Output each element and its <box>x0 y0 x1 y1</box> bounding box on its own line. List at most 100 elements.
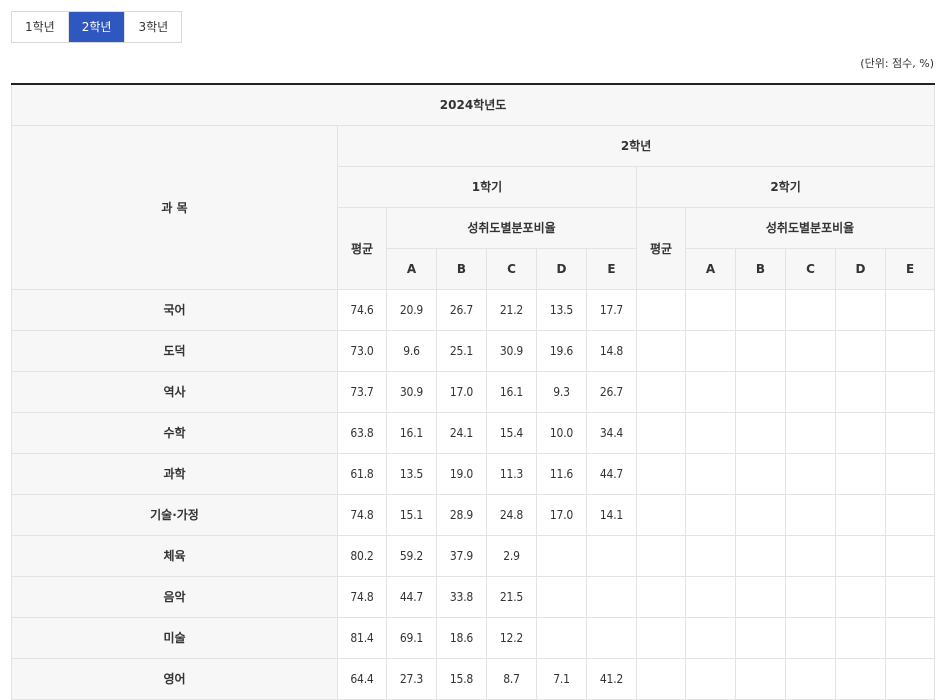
s1-average-cell: 73.0 <box>337 329 387 372</box>
s1-grade-a-header: A <box>386 247 437 290</box>
s1-grade-e-cell <box>586 575 637 618</box>
s1-grade-d-cell: 17.0 <box>536 493 587 536</box>
s1-grade-c-cell: 11.3 <box>486 452 537 495</box>
s2-grade-c-cell <box>785 411 836 454</box>
s2-grade-a-cell <box>685 575 736 618</box>
s2-grade-b-cell <box>735 288 786 331</box>
s1-grade-c-cell: 24.8 <box>486 493 537 536</box>
subject-cell: 도덕 <box>11 329 338 372</box>
subject-cell: 미술 <box>11 616 338 659</box>
subject-cell: 수학 <box>11 411 338 454</box>
s2-grade-c-cell <box>785 657 836 700</box>
s2-grade-c-cell <box>785 616 836 659</box>
s2-average-cell <box>636 370 686 413</box>
s2-grade-a-cell <box>685 657 736 700</box>
s1-grade-b-cell: 24.1 <box>436 411 487 454</box>
s2-grade-a-cell <box>685 616 736 659</box>
s2-grade-b-cell <box>735 329 786 372</box>
s2-grade-e-cell <box>884 288 936 331</box>
s1-average-cell: 74.8 <box>337 493 387 536</box>
s2-grade-e-cell <box>884 411 936 454</box>
s1-grade-d-cell: 19.6 <box>536 329 587 372</box>
s1-grade-a-cell: 13.5 <box>386 452 437 495</box>
s1-average-cell: 74.8 <box>337 575 387 618</box>
s2-grade-b-cell <box>735 411 786 454</box>
s2-grade-c-cell <box>785 329 836 372</box>
s1-average-cell: 61.8 <box>337 452 387 495</box>
s1-average-header: 평균 <box>337 206 387 290</box>
s1-grade-d-cell: 11.6 <box>536 452 587 495</box>
s2-grade-a-cell <box>685 534 736 577</box>
s2-grade-e-header: E <box>884 247 936 290</box>
table-row: 국어 74.6 20.9 26.7 21.2 13.5 17.7 <box>11 288 936 331</box>
s1-average-cell: 63.8 <box>337 411 387 454</box>
subject-cell: 음악 <box>11 575 338 618</box>
s2-grade-a-cell <box>685 411 736 454</box>
s2-grade-e-cell <box>884 370 936 413</box>
s1-grade-b-cell: 15.8 <box>436 657 487 700</box>
s2-grade-e-cell <box>884 493 936 536</box>
s1-average-cell: 80.2 <box>337 534 387 577</box>
s1-grade-c-cell: 21.5 <box>486 575 537 618</box>
s1-grade-a-cell: 9.6 <box>386 329 437 372</box>
s2-grade-a-header: A <box>685 247 736 290</box>
s1-grade-c-cell: 8.7 <box>486 657 537 700</box>
s1-grade-e-cell <box>586 616 637 659</box>
s1-grade-a-cell: 44.7 <box>386 575 437 618</box>
s1-grade-b-header: B <box>436 247 487 290</box>
s1-grade-b-cell: 28.9 <box>436 493 487 536</box>
table-body: 국어 74.6 20.9 26.7 21.2 13.5 17.7 도덕 73.0 9.6 25.1 3… <box>11 288 936 700</box>
s1-grade-b-cell: 18.6 <box>436 616 487 659</box>
s1-grade-e-cell: 14.8 <box>586 329 637 372</box>
s1-grade-a-cell: 16.1 <box>386 411 437 454</box>
s2-grade-e-cell <box>884 534 936 577</box>
s2-average-header: 평균 <box>636 206 686 290</box>
s2-grade-a-cell <box>685 288 736 331</box>
s2-grade-c-cell <box>785 575 836 618</box>
s1-grade-d-cell: 10.0 <box>536 411 587 454</box>
grade-header: 2학년 <box>336 124 936 167</box>
s2-grade-d-cell <box>835 452 886 495</box>
s1-grade-d-cell: 7.1 <box>536 657 587 700</box>
s2-grade-e-cell <box>884 329 936 372</box>
s2-grade-d-cell <box>835 288 886 331</box>
s2-average-cell <box>636 411 686 454</box>
s2-grade-d-cell <box>835 493 886 536</box>
s2-average-cell <box>636 616 686 659</box>
table-row: 기술·가정 74.8 15.1 28.9 24.8 17.0 14.1 <box>11 493 936 536</box>
s1-grade-c-cell: 2.9 <box>486 534 537 577</box>
tab-grade-2[interactable]: 2학년 <box>68 12 126 42</box>
subject-cell: 기술·가정 <box>11 493 338 536</box>
s1-grade-e-cell: 17.7 <box>586 288 637 331</box>
s2-average-cell <box>636 329 686 372</box>
s2-grade-e-cell <box>884 657 936 700</box>
s1-grade-b-cell: 17.0 <box>436 370 487 413</box>
s2-grade-b-cell <box>735 616 786 659</box>
s2-grade-e-cell <box>884 616 936 659</box>
s1-grade-e-cell <box>586 534 637 577</box>
s1-grade-a-cell: 15.1 <box>386 493 437 536</box>
s2-grade-b-header: B <box>735 247 786 290</box>
grade-distribution-table: 2024학년도 과 목 2학년 1학기 2학기 평균 성취도별분포비율 평균 성… <box>10 83 936 700</box>
s1-grade-a-cell: 27.3 <box>386 657 437 700</box>
s2-grade-a-cell <box>685 493 736 536</box>
s1-grade-c-cell: 16.1 <box>486 370 537 413</box>
s2-average-cell <box>636 575 686 618</box>
s2-grade-d-cell <box>835 534 886 577</box>
table-row: 수학 63.8 16.1 24.1 15.4 10.0 34.4 <box>11 411 936 454</box>
s1-grade-c-cell: 15.4 <box>486 411 537 454</box>
s1-grade-e-header: E <box>586 247 637 290</box>
s1-grade-d-cell <box>536 616 587 659</box>
tab-grade-1[interactable]: 1학년 <box>12 12 69 42</box>
s1-average-cell: 81.4 <box>337 616 387 659</box>
s2-grade-c-cell <box>785 534 836 577</box>
s1-grade-d-header: D <box>536 247 587 290</box>
tab-grade-3[interactable]: 3학년 <box>125 12 182 42</box>
subject-cell: 국어 <box>11 288 338 331</box>
s1-grade-d-cell: 9.3 <box>536 370 587 413</box>
s2-grade-a-cell <box>685 452 736 495</box>
s2-grade-d-cell <box>835 411 886 454</box>
s1-average-cell: 64.4 <box>337 657 387 700</box>
s2-grade-b-cell <box>735 657 786 700</box>
s2-grade-b-cell <box>735 493 786 536</box>
